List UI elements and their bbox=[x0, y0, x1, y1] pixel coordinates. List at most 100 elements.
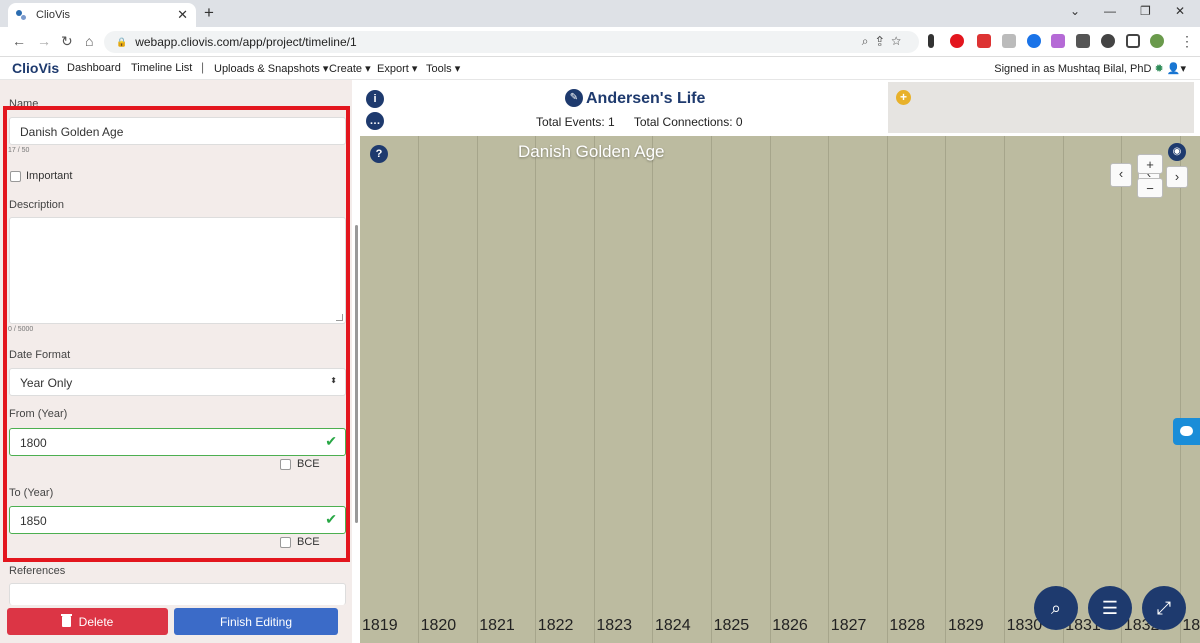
year-label: 1824 bbox=[655, 617, 691, 634]
nav-export[interactable]: Export ▾ bbox=[377, 62, 417, 75]
year-gridline bbox=[828, 136, 830, 643]
year-label: 1833 bbox=[1182, 617, 1200, 634]
info-icon[interactable]: i bbox=[366, 90, 384, 108]
year-gridline bbox=[769, 136, 771, 643]
highlight-box bbox=[3, 106, 350, 562]
total-events: Total Events: 1 bbox=[536, 115, 615, 129]
year-label: 1820 bbox=[420, 617, 457, 634]
search-button[interactable]: ⌕ bbox=[1034, 586, 1078, 630]
nav-separator: | bbox=[201, 60, 205, 74]
trash-icon bbox=[60, 614, 72, 627]
user-menu-icon[interactable]: 👤▾ bbox=[1167, 63, 1186, 75]
timeline-stats: Total Events: 1 Total Connections: 0 bbox=[536, 115, 759, 129]
address-bar-actions: ⌕⇪☆ bbox=[861, 34, 909, 48]
timeline-header: i … ✎ Andersen's Life Total Events: 1 To… bbox=[360, 80, 1200, 136]
add-icon[interactable]: + bbox=[896, 90, 911, 105]
lock-icon: 🔒 bbox=[116, 36, 128, 47]
edit-event-panel: Name Danish Golden Age 17 / 50 Important… bbox=[0, 80, 352, 643]
timeline-canvas[interactable]: ? Danish Golden Age ◉ ‹ ‹ + − › 18191820… bbox=[360, 136, 1200, 643]
year-label: 1822 bbox=[537, 617, 574, 634]
close-window-button[interactable]: ✕ bbox=[1175, 4, 1185, 18]
extension-adblock-icon[interactable] bbox=[977, 34, 991, 48]
forward-icon[interactable]: → bbox=[37, 33, 51, 49]
tab-search-icon[interactable]: ⌄ bbox=[1070, 4, 1080, 18]
chat-widget-button[interactable] bbox=[1173, 418, 1200, 445]
new-tab-button[interactable]: + bbox=[204, 3, 214, 23]
year-gridline bbox=[711, 136, 712, 643]
year-gridline bbox=[593, 136, 595, 643]
zoom-in-button[interactable]: + bbox=[1137, 154, 1163, 174]
references-label: References bbox=[9, 565, 66, 577]
year-label: 1823 bbox=[596, 617, 632, 634]
year-label: 1826 bbox=[772, 617, 808, 634]
extension-blue-icon[interactable] bbox=[1027, 34, 1041, 48]
year-gridline bbox=[1179, 136, 1181, 643]
app-navbar: ClioVis Dashboard Timeline List | Upload… bbox=[0, 57, 1200, 80]
header-drop-area bbox=[888, 82, 1194, 133]
extensions-puzzle-icon[interactable] bbox=[1101, 34, 1115, 48]
zoom-out-button[interactable]: − bbox=[1137, 178, 1163, 198]
extension-opera-icon[interactable] bbox=[950, 34, 964, 48]
edit-title-icon[interactable]: ✎ bbox=[565, 89, 583, 107]
references-input[interactable] bbox=[9, 583, 346, 605]
home-icon[interactable]: ⌂ bbox=[85, 33, 93, 49]
year-gridline bbox=[1062, 136, 1064, 643]
year-gridline bbox=[652, 136, 654, 643]
extension-download-icon[interactable] bbox=[1076, 34, 1090, 48]
nav-create[interactable]: Create ▾ bbox=[329, 62, 371, 75]
year-gridline bbox=[418, 136, 419, 643]
browser-tab-bar: ClioVis ✕ + ⌄ — ❐ ✕ bbox=[0, 0, 1200, 27]
year-gridline bbox=[476, 136, 478, 643]
extension-bolt-icon[interactable] bbox=[928, 34, 934, 48]
delete-button[interactable]: Delete bbox=[7, 608, 168, 635]
pan-right-button[interactable]: › bbox=[1166, 166, 1188, 188]
total-connections: Total Connections: 0 bbox=[633, 115, 743, 129]
profile-avatar[interactable] bbox=[1150, 34, 1164, 48]
fullscreen-button[interactable]: ⤢ bbox=[1142, 586, 1186, 630]
sidebar-toggle-icon[interactable] bbox=[1126, 34, 1140, 48]
back-icon[interactable]: ← bbox=[12, 33, 26, 49]
nav-timeline-list[interactable]: Timeline List bbox=[131, 62, 192, 74]
timeline-title: Andersen's Life bbox=[586, 90, 706, 107]
browser-tab[interactable]: ClioVis ✕ bbox=[8, 3, 196, 27]
help-icon[interactable]: ? bbox=[370, 145, 388, 163]
brand-logo[interactable]: ClioVis bbox=[12, 60, 59, 76]
panel-scrollbar[interactable] bbox=[355, 225, 358, 523]
pan-left-button-outer[interactable]: ‹ bbox=[1110, 163, 1132, 187]
nav-tools[interactable]: Tools ▾ bbox=[426, 62, 460, 75]
signed-in-status[interactable]: Signed in as Mushtaq Bilal, PhD ✹ 👤▾ bbox=[994, 62, 1186, 75]
url-text: webapp.cliovis.com/app/project/timeline/… bbox=[135, 35, 357, 49]
year-gridline bbox=[1004, 136, 1005, 643]
year-gridline bbox=[535, 136, 537, 643]
hide-eye-icon[interactable]: ◉ bbox=[1168, 143, 1186, 161]
restore-button[interactable]: ❐ bbox=[1140, 4, 1151, 18]
year-label: 1825 bbox=[713, 617, 750, 634]
year-label: 1829 bbox=[948, 617, 984, 634]
browser-toolbar: ← → ↻ ⌂ 🔒 webapp.cliovis.com/app/project… bbox=[0, 27, 1200, 57]
verified-badge-icon: ✹ bbox=[1154, 63, 1164, 75]
finish-editing-label: Finish Editing bbox=[219, 614, 293, 629]
year-gridline bbox=[886, 136, 888, 643]
year-gridline bbox=[1121, 136, 1123, 643]
year-label: 1827 bbox=[830, 617, 867, 634]
extension-doc-icon[interactable] bbox=[1002, 34, 1016, 48]
extension-library-icon[interactable] bbox=[1051, 34, 1065, 48]
nav-dashboard[interactable]: Dashboard bbox=[67, 62, 121, 74]
year-label: 1821 bbox=[479, 617, 515, 634]
delete-button-label: Delete bbox=[78, 614, 114, 629]
nav-uploads-snapshots[interactable]: Uploads & Snapshots ▾ bbox=[214, 62, 328, 75]
list-view-button[interactable]: ☰ bbox=[1088, 586, 1132, 630]
tab-close-icon[interactable]: ✕ bbox=[177, 7, 188, 23]
tab-title: ClioVis bbox=[36, 9, 71, 21]
year-label: 1819 bbox=[362, 617, 398, 634]
address-bar[interactable]: 🔒 webapp.cliovis.com/app/project/timelin… bbox=[104, 31, 919, 53]
era-title[interactable]: Danish Golden Age bbox=[518, 142, 665, 162]
reload-icon[interactable]: ↻ bbox=[61, 33, 73, 50]
comments-icon[interactable]: … bbox=[366, 112, 384, 130]
year-label: 1828 bbox=[889, 617, 925, 634]
year-gridline bbox=[945, 136, 947, 643]
minimize-button[interactable]: — bbox=[1104, 4, 1116, 18]
signed-in-text: Signed in as Mushtaq Bilal, PhD bbox=[994, 63, 1152, 75]
finish-editing-button[interactable]: Finish Editing bbox=[174, 608, 338, 635]
browser-menu-icon[interactable]: ⋮ bbox=[1180, 33, 1194, 50]
